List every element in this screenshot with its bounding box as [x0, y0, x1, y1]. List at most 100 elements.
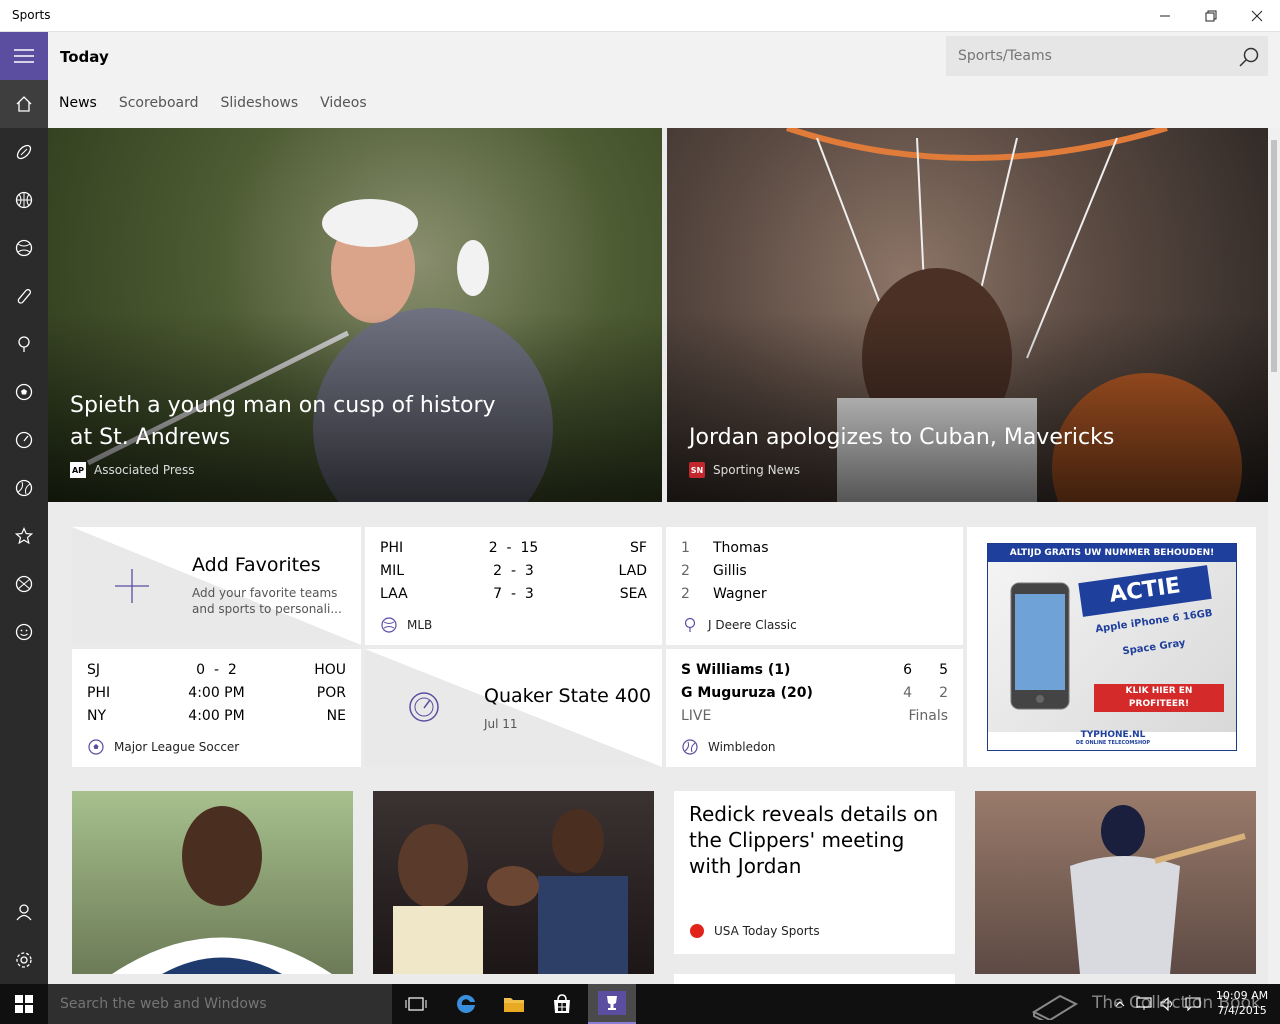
store-icon	[554, 994, 570, 1013]
network-button[interactable]	[1132, 984, 1156, 1024]
story-photo-baseball[interactable]	[975, 791, 1256, 974]
edge-button[interactable]	[442, 984, 490, 1024]
story-tile-partial[interactable]	[674, 974, 955, 984]
nav-fantasy[interactable]	[0, 608, 48, 656]
story-source: USA Today Sports	[690, 924, 820, 938]
nav-favorites[interactable]	[0, 512, 48, 560]
minimize-icon	[1160, 15, 1170, 17]
tab-news[interactable]: News	[59, 95, 97, 111]
add-favorites-desc: Add your favorite teams and sports to pe…	[192, 586, 342, 616]
score-row: SJ 0 - 2 HOU	[87, 659, 346, 682]
plus-icon	[115, 569, 149, 603]
task-view-icon	[405, 997, 427, 1011]
tab-slideshows[interactable]: Slideshows	[220, 95, 298, 111]
taskbar-clock[interactable]: 10:09 AM 7/4/2015	[1208, 988, 1276, 1018]
show-hidden-icons-button[interactable]	[1108, 984, 1132, 1024]
task-view-button[interactable]	[392, 984, 440, 1024]
team-home: PHI	[380, 540, 404, 556]
start-button[interactable]	[0, 984, 48, 1024]
account-icon	[16, 904, 32, 921]
story-photo-football[interactable]	[72, 791, 353, 974]
league-name: MLB	[407, 618, 433, 632]
nav-home[interactable]	[0, 80, 48, 128]
volume-button[interactable]	[1156, 984, 1180, 1024]
settings-icon	[16, 952, 32, 968]
restore-button[interactable]	[1188, 0, 1234, 32]
scrollbar-thumb[interactable]	[1271, 140, 1277, 372]
golf-leaderboard-tile[interactable]: 1 Thomas 2 Gillis 2 Wagner J Deere Classic	[666, 527, 963, 645]
nav-tennis[interactable]	[0, 464, 48, 512]
mls-score-list: SJ 0 - 2 HOU PHI 4:00 PM POR NY 4:00 PM NE	[87, 659, 346, 728]
hero-source: SN Sporting News	[689, 462, 800, 478]
nav-account[interactable]	[0, 888, 48, 936]
edge-icon	[457, 994, 475, 1013]
event-name: Wimbledon	[708, 740, 776, 754]
player-name: Gillis	[713, 563, 747, 579]
title-bar: Sports	[0, 0, 1280, 32]
team-away: POR	[316, 685, 346, 701]
nav-more-sports[interactable]	[0, 560, 48, 608]
sports-app-taskbar-button[interactable]	[588, 984, 636, 1024]
player-name: Thomas	[713, 540, 769, 556]
team-away: NE	[326, 708, 346, 724]
story-source-label: USA Today Sports	[714, 924, 820, 938]
taskbar-search	[48, 984, 392, 1024]
hamburger-button[interactable]	[0, 32, 48, 80]
event-name: J Deere Classic	[708, 618, 797, 632]
file-explorer-button[interactable]	[490, 984, 538, 1024]
team-home: NY	[87, 708, 107, 724]
basketball-icon	[15, 191, 33, 209]
close-button[interactable]	[1234, 0, 1280, 32]
tab-scoreboard[interactable]: Scoreboard	[119, 95, 199, 111]
nav-golf[interactable]	[0, 320, 48, 368]
tennis-tile[interactable]: S Williams (1) 6 5 G Muguruza (20) 4 2 LIVE F…	[666, 649, 963, 767]
tennis-icon	[15, 479, 33, 497]
hero-story-jordan[interactable]: Jordan apologizes to Cuban, Mavericks SN…	[667, 128, 1268, 502]
hero-headline[interactable]: Jordan apologizes to Cuban, Mavericks	[689, 422, 1129, 454]
hero-headline[interactable]: Spieth a young man on cusp of history at…	[70, 390, 510, 454]
live-status: LIVE	[681, 708, 712, 724]
trophy-icon	[598, 991, 626, 1015]
nav-racing[interactable]	[0, 416, 48, 464]
mls-scores-tile[interactable]: SJ 0 - 2 HOU PHI 4:00 PM POR NY 4:00 PM NE Maj…	[72, 649, 361, 767]
search-input[interactable]	[946, 36, 1226, 76]
tab-videos[interactable]: Videos	[320, 95, 367, 111]
nav-football[interactable]	[0, 128, 48, 176]
content-area: Spieth a young man on cusp of history at…	[48, 128, 1268, 984]
search-icon[interactable]	[1238, 46, 1260, 68]
nav-soccer[interactable]	[0, 368, 48, 416]
racing-tile[interactable]: Quaker State 400 Jul 11	[365, 649, 662, 767]
hero-story-spieth[interactable]: Spieth a young man on cusp of history at…	[48, 128, 662, 502]
action-center-button[interactable]	[1180, 984, 1206, 1024]
nav-settings[interactable]	[0, 936, 48, 984]
story-photo-basketball[interactable]	[373, 791, 654, 974]
race-title: Quaker State 400	[484, 685, 652, 707]
player-name: G Muguruza (20)	[681, 685, 813, 701]
nav-hockey[interactable]	[0, 272, 48, 320]
minimize-button[interactable]	[1142, 0, 1188, 32]
player-row: S Williams (1) 6 5	[681, 659, 948, 682]
ad-tile[interactable]: ALTIJD GRATIS UW NUMMER BEHOUDEN! ACTIE …	[967, 527, 1256, 767]
football-icon	[16, 144, 32, 160]
search-box	[946, 36, 1268, 76]
content-scrollbar[interactable]	[1268, 128, 1280, 984]
league-footer: MLB	[381, 617, 432, 633]
ad-brand-name: TYPHONE.NL	[1080, 730, 1146, 740]
hockey-icon	[17, 288, 32, 304]
mlb-scores-tile[interactable]: PHI 2 - 15 SF MIL 2 - 3 LAD LAA 7 - 3 SEA MLB	[365, 527, 662, 645]
ad-banner[interactable]: ALTIJD GRATIS UW NUMMER BEHOUDEN! ACTIE …	[987, 543, 1237, 751]
nav-basketball[interactable]	[0, 176, 48, 224]
add-favorites-tile[interactable]: Add Favorites Add your favorite teams an…	[72, 527, 361, 645]
ad-cta-button[interactable]: KLIK HIER EN PROFITEER!	[1094, 684, 1224, 712]
story-headline[interactable]: Redick reveals details on the Clippers' …	[689, 801, 944, 879]
store-button[interactable]	[538, 984, 586, 1024]
nav-baseball[interactable]	[0, 224, 48, 272]
taskbar: The Collection Book 10:09 AM 7/4/2015	[0, 984, 1280, 1024]
story-redick[interactable]: Redick reveals details on the Clippers' …	[674, 791, 955, 954]
leader-row: 1 Thomas	[681, 537, 948, 560]
league-footer: Major League Soccer	[88, 739, 239, 755]
photo-players-highfive	[393, 809, 628, 974]
position: 2	[681, 586, 690, 602]
score: 2 - 3	[493, 563, 534, 579]
taskbar-search-input[interactable]	[48, 984, 392, 1024]
